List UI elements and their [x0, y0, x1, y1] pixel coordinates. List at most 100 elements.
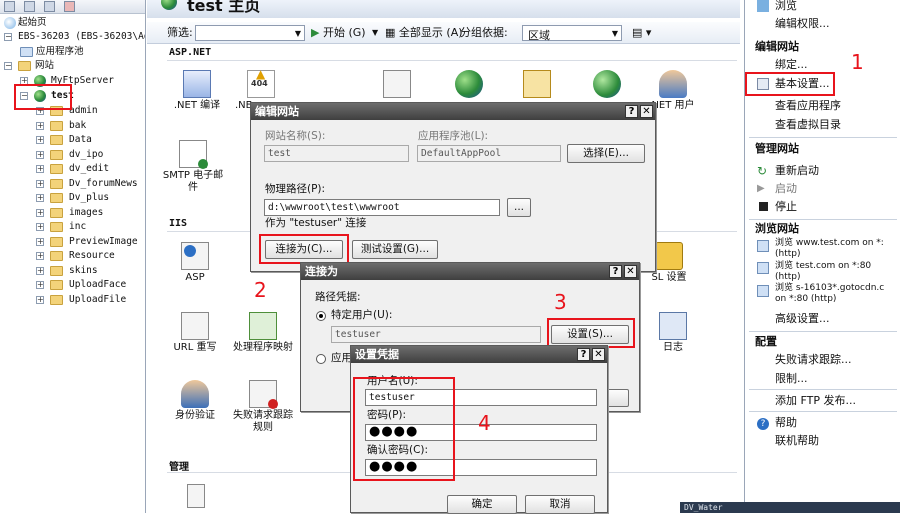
feature-logging[interactable]: 日志 — [641, 312, 705, 354]
actions-section-edit-site: 编辑网站 — [755, 40, 799, 53]
connections-tree-panel: 起始页 − EBS-36203 (EBS-36203\Ad 应用程序池 − 网站… — [0, 0, 146, 513]
action-view-applications[interactable]: 查看应用程序 — [775, 99, 841, 113]
expand-icon[interactable]: + — [36, 252, 44, 260]
expand-icon[interactable]: + — [36, 121, 44, 130]
feature-url-rewrite[interactable]: URL 重写 — [163, 312, 227, 354]
ok-button[interactable]: 确定 — [447, 495, 517, 514]
feature-authentication[interactable]: 身份验证 — [163, 380, 227, 422]
folder-icon — [50, 280, 63, 290]
feature-pages[interactable] — [365, 70, 429, 100]
close-icon[interactable]: ✕ — [640, 105, 653, 118]
action-browse-cdn[interactable]: 浏览 s-16103*.gotocdn.c — [775, 283, 884, 294]
section-header-aspnet: ASP.NET — [169, 47, 212, 58]
disconnect-icon[interactable] — [64, 1, 75, 12]
folder-icon — [50, 178, 63, 189]
show-all-button[interactable]: ▦ 全部显示 (A) — [385, 26, 463, 40]
action-edit-permissions[interactable]: 编辑权限... — [775, 17, 830, 31]
up-icon[interactable] — [44, 1, 55, 12]
expand-icon[interactable]: + — [36, 208, 44, 217]
taskbar-window[interactable]: DV_Water — [680, 502, 900, 513]
feature-net-compile[interactable]: .NET 编译 — [165, 70, 229, 112]
physical-path-field[interactable]: d:\wwwroot\test\wwwroot — [264, 199, 500, 216]
expand-icon[interactable]: + — [36, 179, 44, 188]
connect-icon[interactable] — [4, 1, 15, 12]
action-browse[interactable]: 浏览 — [775, 0, 797, 13]
folder-icon — [50, 236, 63, 247]
app-user-radio[interactable] — [316, 354, 326, 364]
rewrite-icon — [181, 312, 209, 340]
save-icon[interactable] — [24, 1, 35, 12]
expand-icon[interactable]: + — [36, 281, 44, 289]
specific-user-label: 特定用户(U): — [331, 309, 393, 321]
feature-smtp-email[interactable]: SMTP 电子邮件 — [161, 140, 225, 194]
lock-icon — [655, 242, 683, 270]
action-start[interactable]: 启动 — [775, 182, 797, 196]
app-user-label: 应用 — [331, 352, 352, 364]
section-divider — [749, 331, 897, 332]
browse-page-icon — [757, 240, 769, 252]
chevron-down-icon[interactable]: ▼ — [372, 26, 378, 40]
edit-site-dialog: 编辑网站 ? ✕ 网站名称(S): test 应用程序池(L): Default… — [250, 102, 656, 272]
section-header-iis: IIS — [169, 218, 188, 229]
action-failed-request-tracing[interactable]: 失败请求跟踪... — [775, 353, 852, 367]
annotation-number-2: 2 — [254, 278, 267, 302]
action-view-virtual-dirs[interactable]: 查看虚拟目录 — [775, 118, 841, 132]
globe-icon — [455, 70, 483, 98]
action-stop[interactable]: 停止 — [775, 200, 797, 214]
app-pool-label: 应用程序池(L): — [418, 130, 489, 142]
expand-icon[interactable]: + — [36, 150, 44, 159]
feature-handler-mappings[interactable]: 处理程序映射 — [231, 312, 295, 354]
site-name-field[interactable]: test — [264, 145, 409, 162]
actions-section-manage-site: 管理网站 — [755, 142, 799, 155]
app-pool-icon — [20, 47, 33, 57]
action-advanced-settings[interactable]: 高级设置... — [775, 312, 830, 326]
cancel-button[interactable]: 取消 — [525, 495, 595, 514]
action-add-ftp-publishing[interactable]: 添加 FTP 发布... — [775, 394, 856, 408]
help-icon[interactable]: ? — [609, 265, 622, 278]
feature-failed-request-tracing[interactable]: 失败请求跟踪规则 — [231, 380, 295, 434]
action-browse-www[interactable]: 浏览 www.test.com on *: — [775, 238, 884, 249]
action-limits[interactable]: 限制... — [775, 372, 808, 386]
configuration-editor-icon[interactable] — [187, 484, 205, 508]
expand-icon[interactable]: + — [36, 223, 44, 231]
annotation-box-connect-as — [259, 234, 349, 264]
browse-path-button[interactable]: ... — [507, 198, 531, 217]
help-icon[interactable]: ? — [625, 105, 638, 118]
expand-icon[interactable]: + — [36, 194, 44, 202]
annotation-box-basic-settings — [745, 72, 835, 96]
collapse-icon[interactable]: − — [4, 62, 12, 70]
expand-icon[interactable]: + — [36, 237, 44, 246]
expand-icon[interactable]: + — [36, 295, 44, 304]
select-app-pool-button[interactable]: 选择(E)... — [567, 144, 645, 163]
action-restart[interactable]: 重新启动 — [775, 164, 819, 178]
test-settings-button[interactable]: 测试设置(G)... — [352, 240, 438, 259]
expand-icon[interactable]: + — [36, 266, 44, 275]
folder-icon — [50, 164, 63, 174]
app-pool-field[interactable]: DefaultAppPool — [417, 145, 561, 162]
action-online-help[interactable]: 联机帮助 — [775, 434, 819, 448]
users-icon — [659, 70, 687, 98]
feature-asp[interactable]: ASP — [163, 242, 227, 284]
group-by-label: 分组依据: — [460, 26, 508, 39]
filter-start-button[interactable]: ▶ 开始 (G) — [311, 26, 366, 40]
action-help[interactable]: 帮助 — [775, 416, 797, 430]
user-key-icon — [181, 380, 209, 408]
collapse-icon[interactable]: − — [4, 33, 12, 41]
specific-user-field[interactable]: testuser — [331, 326, 541, 343]
actions-panel: 浏览 编辑权限... 编辑网站 绑定... 基本设置... 查看应用程序 查看虚… — [744, 0, 900, 513]
close-icon[interactable]: ✕ — [592, 348, 605, 361]
group-by-select[interactable]: 区域 ▼ — [522, 25, 622, 42]
feature-globalization[interactable] — [437, 70, 501, 100]
action-bindings[interactable]: 绑定... — [775, 58, 808, 72]
feature-trust-levels[interactable] — [575, 70, 639, 100]
filter-input[interactable]: ▼ — [195, 25, 305, 41]
action-browse-test[interactable]: 浏览 test.com on *:80 — [775, 261, 871, 272]
specific-user-radio[interactable] — [316, 311, 326, 321]
help-icon[interactable]: ? — [577, 348, 590, 361]
expand-icon[interactable]: + — [36, 136, 44, 144]
actions-section-browse-site: 浏览网站 — [755, 222, 799, 235]
view-mode-button[interactable]: ▤ ▾ — [632, 26, 651, 40]
feature-machine-key[interactable] — [505, 70, 569, 100]
close-icon[interactable]: ✕ — [624, 265, 637, 278]
expand-icon[interactable]: + — [36, 165, 44, 173]
